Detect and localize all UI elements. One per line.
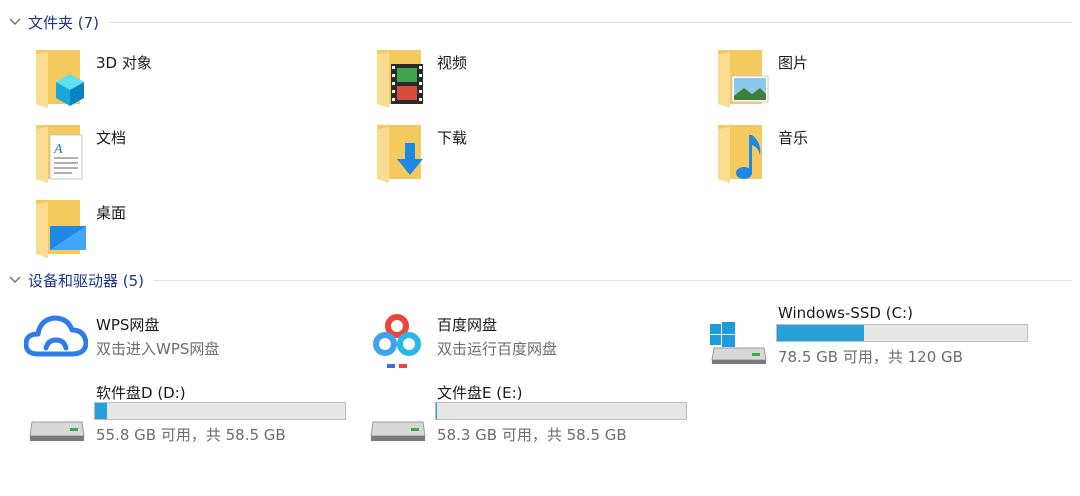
folder-name: 桌面 bbox=[96, 204, 127, 222]
3d-objects-folder-icon bbox=[36, 50, 84, 108]
drive-capacity: 78.5 GB 可用，共 120 GB bbox=[778, 348, 963, 366]
devices-section-header[interactable]: 设备和驱动器 (5) bbox=[8, 269, 1072, 291]
devices-section-title: 设备和驱动器 (5) bbox=[28, 271, 145, 290]
folder-name: 音乐 bbox=[778, 129, 809, 147]
chevron-down-icon bbox=[9, 18, 21, 25]
drive-usage-fill bbox=[777, 325, 864, 341]
drive-name: Windows-SSD (C:) bbox=[778, 304, 913, 322]
drive-c[interactable]: Windows-SSD (C:) 78.5 GB 可用，共 120 GB bbox=[708, 304, 1038, 368]
wps-cloud-drive[interactable]: WPS网盘 双击进入WPS网盘 bbox=[24, 308, 354, 370]
pictures-folder-icon bbox=[718, 50, 769, 108]
folder-name: 3D 对象 bbox=[96, 54, 152, 72]
documents-folder-icon: A bbox=[36, 125, 83, 183]
folder-videos[interactable]: 视频 bbox=[375, 46, 705, 108]
drive-description: 双击运行百度网盘 bbox=[437, 340, 558, 358]
folder-desktop[interactable]: 桌面 bbox=[34, 196, 364, 258]
section-divider bbox=[109, 21, 1072, 23]
music-folder-icon bbox=[718, 125, 762, 183]
drive-usage-bar bbox=[94, 402, 346, 420]
videos-folder-icon bbox=[377, 50, 423, 108]
drive-capacity: 58.3 GB 可用，共 58.5 GB bbox=[437, 426, 627, 444]
drive-usage-fill bbox=[436, 403, 437, 419]
drive-usage-fill bbox=[95, 403, 107, 419]
baidu-netdisk-icon bbox=[365, 304, 429, 368]
baidu-netdisk-drive[interactable]: 百度网盘 双击运行百度网盘 bbox=[365, 304, 695, 368]
drive-e[interactable]: 文件盘E (E:) 58.3 GB 可用，共 58.5 GB bbox=[367, 382, 697, 446]
hard-drive-icon bbox=[29, 421, 85, 441]
folder-name: 图片 bbox=[778, 54, 809, 72]
drive-usage-bar bbox=[776, 324, 1028, 342]
desktop-folder-icon bbox=[36, 200, 86, 258]
folder-music[interactable]: 音乐 bbox=[716, 121, 1046, 183]
folder-name: 下载 bbox=[437, 129, 468, 147]
folders-section-title: 文件夹 (7) bbox=[28, 13, 100, 32]
folders-section-header[interactable]: 文件夹 (7) bbox=[8, 11, 1072, 33]
folder-documents[interactable]: A 文档 bbox=[34, 121, 364, 183]
drive-d[interactable]: 软件盘D (D:) 55.8 GB 可用，共 58.5 GB bbox=[26, 382, 356, 446]
drive-capacity: 55.8 GB 可用，共 58.5 GB bbox=[96, 426, 286, 444]
drive-usage-bar bbox=[435, 402, 687, 420]
drive-name: 百度网盘 bbox=[437, 316, 498, 334]
folder-downloads[interactable]: 下载 bbox=[375, 121, 705, 183]
chevron-down-icon bbox=[9, 276, 21, 283]
drive-description: 双击进入WPS网盘 bbox=[96, 340, 220, 358]
folder-pictures[interactable]: 图片 bbox=[716, 46, 1046, 108]
downloads-folder-icon bbox=[377, 125, 423, 183]
section-divider bbox=[154, 279, 1072, 281]
drive-name: 文件盘E (E:) bbox=[437, 384, 523, 402]
wps-cloud-icon bbox=[24, 315, 88, 357]
folder-3d-objects[interactable]: 3D 对象 bbox=[34, 46, 364, 108]
drive-name: 软件盘D (D:) bbox=[96, 384, 186, 402]
folder-name: 视频 bbox=[437, 54, 468, 72]
drive-name: WPS网盘 bbox=[96, 316, 160, 334]
windows-drive-icon bbox=[710, 322, 767, 364]
svg-text:A: A bbox=[53, 142, 63, 157]
hard-drive-icon bbox=[370, 421, 426, 441]
folder-name: 文档 bbox=[96, 129, 127, 147]
